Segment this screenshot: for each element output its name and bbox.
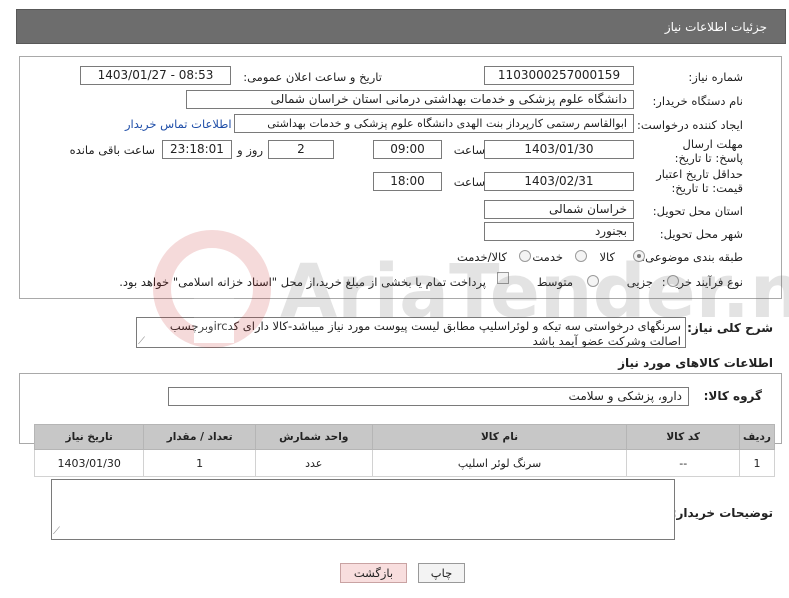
cell-unit: عدد [254,449,373,477]
buyer-org-field: دانشگاه علوم پزشکی و خدمات بهداشتی درمان… [186,90,634,109]
category-option-goods: کالا [599,250,615,264]
description-field: سرنگهای درخواستی سه تیکه و لوئراسلیپ مطا… [136,317,686,348]
category-label: طبقه بندی موضوعی: [641,250,743,264]
col-header-code: کد کالا [626,424,740,450]
buyer-org-label: نام دستگاه خریدار: [652,94,743,108]
goods-table: ردیف کد کالا نام کالا واحد شمارش تعداد /… [33,424,776,477]
resize-grip-icon: ⟋ [138,336,145,347]
reply-time-field: 09:00 [373,140,442,159]
cell-row-num: 1 [738,449,776,477]
category-option-service: خدمت [532,250,563,264]
need-number-field: 1103000257000159 [484,66,634,85]
goods-info-heading: اطلاعات کالاهای مورد نیاز [618,356,773,370]
province-label: استان محل تحویل: [652,204,743,218]
purchase-radio-minor[interactable] [667,275,679,287]
cell-quantity: 1 [143,449,256,477]
announce-datetime-field: 1403/01/27 - 08:53 [80,66,231,85]
buyer-notes-label: توضیحات خریدار: [671,506,773,520]
validity-date-field: 1403/02/31 [484,172,634,191]
cell-date: 1403/01/30 [33,449,145,477]
validity-time-label: ساعت [453,175,485,189]
col-header-row-num: ردیف [738,424,776,450]
treasury-checkbox[interactable] [497,272,509,284]
province-field: خراسان شمالی [484,200,634,219]
category-option-goods-service: کالا/خدمت [456,250,507,264]
reply-days-field: 2 [268,140,334,159]
purchase-radio-medium[interactable] [587,275,599,287]
validity-time-field: 18:00 [373,172,442,191]
col-header-date: تاریخ نیاز [33,424,145,450]
buyer-notes-field [51,479,675,540]
col-header-quantity: تعداد / مقدار [143,424,256,450]
cell-code: -- [626,449,740,477]
print-button[interactable]: چاپ [418,563,465,583]
back-button[interactable]: بازگشت [340,563,407,583]
contact-buyer-link[interactable]: اطلاعات تماس خریدار [125,117,232,131]
remaining-label: ساعت باقی مانده [69,143,155,157]
remaining-time-field: 23:18:01 [162,140,232,159]
table-header-row: ردیف کد کالا نام کالا واحد شمارش تعداد /… [33,424,776,450]
treasury-note: پرداخت تمام یا بخشی از مبلغ خرید،از محل … [119,275,486,289]
description-label: شرح کلی نیاز: [687,321,773,335]
purchase-option-medium: متوسط [536,275,573,289]
resize-grip-icon: ⟋ [53,526,60,537]
reply-date-field: 1403/01/30 [484,140,634,159]
requester-label: ایجاد کننده درخواست: [637,118,743,132]
goods-group-field: دارو، پزشکی و سلامت [168,387,689,406]
reply-time-label: ساعت [453,143,485,157]
col-header-unit: واحد شمارش [254,424,373,450]
purchase-option-minor: جزیی [626,275,653,289]
reply-deadline-label: مهلت ارسال پاسخ: تا تاریخ: [674,137,743,165]
category-radio-service[interactable] [575,250,587,262]
need-number-label: شماره نیاز: [688,70,743,84]
page-title: جزئیات اطلاعات نیاز [664,20,767,34]
goods-group-label: گروه کالا: [703,389,762,403]
city-field: بجنورد [484,222,634,241]
days-and-label: روز و [237,143,263,157]
category-radio-goods[interactable] [633,250,645,262]
cell-name: سرنگ لوئر اسلیپ [371,449,628,477]
col-header-name: نام کالا [371,424,628,450]
page-header: جزئیات اطلاعات نیاز [16,9,786,44]
requester-field: ابوالقاسم رستمی کارپرداز بنت الهدی دانشگ… [234,114,634,133]
category-radio-goods-service[interactable] [519,250,531,262]
price-validity-label: حداقل تاریخ اعتبار قیمت: تا تاریخ: [656,167,743,195]
city-label: شهر محل تحویل: [659,227,743,241]
table-row: 1 -- سرنگ لوئر اسلیپ عدد 1 1403/01/30 [33,449,776,477]
announce-datetime-label: تاریخ و ساعت اعلان عمومی: [243,70,382,84]
